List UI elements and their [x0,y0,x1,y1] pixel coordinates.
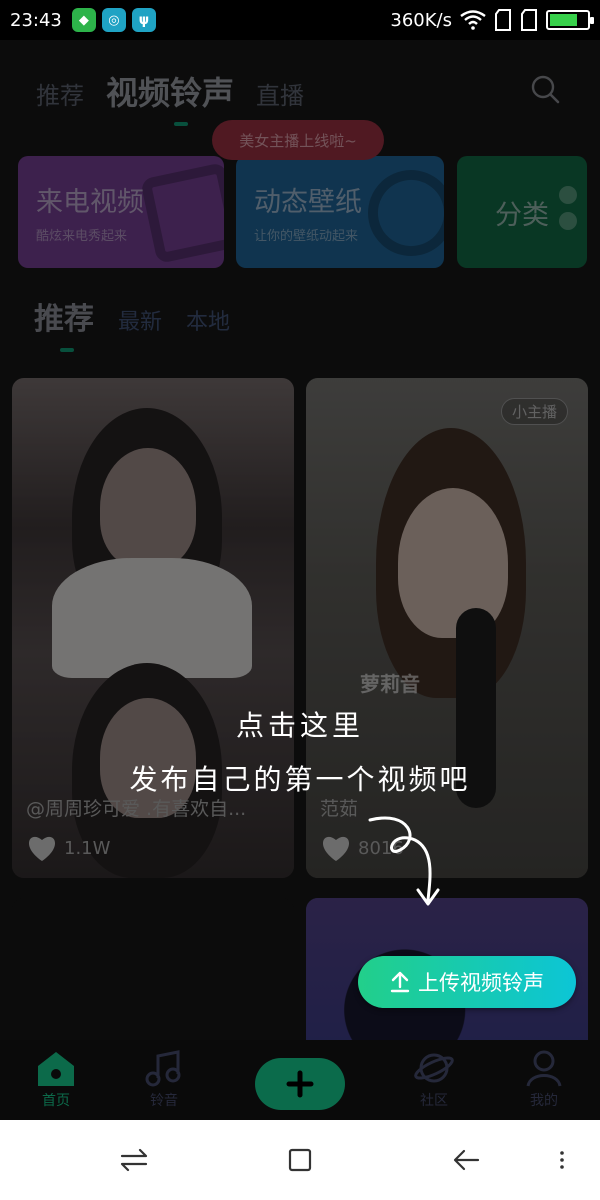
app-screen: 推荐 视频铃声 直播 来电视频 酷炫来电秀起来 动态壁纸 让你的壁纸动起来 分类… [0,40,600,1120]
bottom-nav: 首页 铃音 社区 我的 [0,1040,600,1120]
music-note-icon [145,1050,181,1087]
network-speed: 360K/s [390,9,452,31]
video-card[interactable]: 小主播 萝莉音 范茹 8016 [306,378,588,878]
nav-me[interactable]: 我的 [504,1048,584,1110]
home-square-icon[interactable] [284,1144,316,1176]
sim1-icon [495,9,511,31]
like-count[interactable]: 1.1W [26,834,110,862]
watermark-label: 萝莉音 [360,672,420,696]
menu-dots-icon[interactable] [552,1144,572,1176]
upload-ringtone-button[interactable]: 上传视频铃声 [358,956,576,1008]
category-classify[interactable]: 分类 [457,156,587,268]
curved-arrow-icon [368,816,440,906]
nav-ringtone[interactable]: 铃音 [124,1048,204,1110]
nav-community-label: 社区 [420,1093,448,1109]
video-card[interactable] [12,898,294,1058]
like-count-label: 1.1W [64,837,111,859]
heart-icon [28,836,56,861]
category-subtitle: 酷炫来电秀起来 [36,229,128,244]
subtab-recommend[interactable]: 推荐 [34,294,94,338]
wifi-icon [460,10,486,30]
guide-text-line2: 发布自己的第一个视频吧 [129,763,471,796]
top-tab-bar: 推荐 视频铃声 直播 [36,68,304,114]
tab-live[interactable]: 直播 [256,76,304,111]
category-subtitle: 让你的壁纸动起来 [254,229,359,244]
guide-text-line1: 点击这里 [235,709,364,742]
tab-indicator [174,122,188,126]
usb-icon: ψ [131,8,156,32]
category-title: 来电视频 [36,187,144,218]
video-caption: @周周珍可爱 .有喜欢自... [26,798,247,820]
planet-icon [414,1053,454,1083]
video-card[interactable]: @周周珍可爱 .有喜欢自... 1.1W [12,378,294,878]
nav-me-label: 我的 [530,1093,558,1109]
tab-recommend[interactable]: 推荐 [36,76,84,111]
nav-community[interactable]: 社区 [394,1048,474,1110]
upload-icon [390,971,410,993]
search-icon[interactable] [530,74,560,104]
dots-icon [559,186,579,238]
live-promo-bubble[interactable]: 美女主播上线啦~ [212,120,384,160]
category-title: 分类 [495,199,549,231]
category-live-wallpaper[interactable]: 动态壁纸 让你的壁纸动起来 [236,156,444,268]
nav-home-label: 首页 [42,1093,70,1109]
sim2-icon [521,9,537,31]
create-button[interactable] [255,1058,345,1110]
back-arrow-icon[interactable] [450,1144,482,1176]
subtab-local[interactable]: 本地 [186,304,230,336]
person-icon [526,1050,562,1087]
live-host-badge: 小主播 [500,398,568,425]
nav-home[interactable]: 首页 [16,1048,96,1110]
upload-button-label: 上传视频铃声 [418,971,544,995]
nav-ringtone-label: 铃音 [150,1093,178,1109]
battery-icon [546,10,594,30]
home-icon [38,1052,74,1086]
system-nav-bar [0,1120,600,1200]
subtab-latest[interactable]: 最新 [118,304,162,336]
status-bar: 23:43 ◆ ◎ ψ 360K/s [0,0,600,40]
clock: 23:43 [10,9,62,31]
switch-apps-icon[interactable] [118,1144,150,1176]
sub-tab-bar: 推荐 最新 本地 [34,294,230,338]
category-incoming-video[interactable]: 来电视频 酷炫来电秀起来 [18,156,224,268]
tab-video-ringtone[interactable]: 视频铃声 [106,68,234,114]
plus-icon [286,1070,314,1098]
browser-icon: ◎ [101,8,126,32]
heart-icon [322,836,350,861]
category-title: 动态壁纸 [254,187,362,218]
wechat-like-icon: ◆ [71,8,96,32]
subtab-indicator [60,348,74,352]
